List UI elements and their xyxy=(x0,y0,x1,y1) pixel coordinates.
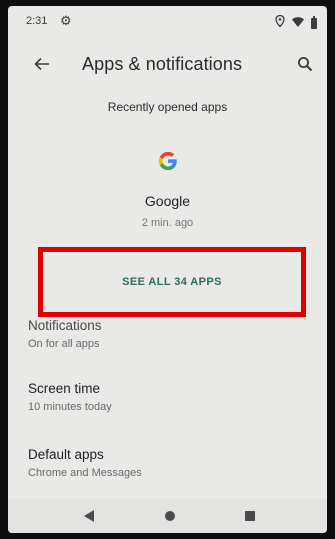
recent-app-google[interactable]: Google 2 min. ago xyxy=(8,150,327,229)
recent-app-time: 2 min. ago xyxy=(141,217,194,229)
setting-screen-time[interactable]: Screen time 10 minutes today xyxy=(28,381,308,413)
battery-icon xyxy=(311,15,317,29)
gear-icon: ⚙ xyxy=(60,13,72,28)
recent-app-name: Google xyxy=(144,193,191,209)
arrow-back-icon xyxy=(34,57,49,71)
app-bar: Apps & notifications xyxy=(8,40,327,88)
google-icon xyxy=(158,151,177,171)
status-icons xyxy=(275,14,317,32)
setting-title: Notifications xyxy=(28,318,102,333)
nav-recents-button[interactable] xyxy=(245,511,255,521)
nav-back-button[interactable] xyxy=(84,510,94,522)
location-icon xyxy=(275,14,285,32)
setting-title: Default apps xyxy=(28,447,104,462)
status-bar: 2:31 ⚙ xyxy=(8,6,327,34)
search-button[interactable] xyxy=(291,50,319,78)
back-button[interactable] xyxy=(28,50,56,78)
nav-home-button[interactable] xyxy=(165,511,175,521)
status-time: 2:31 xyxy=(26,15,48,27)
see-all-apps-button[interactable]: SEE ALL 34 APPS xyxy=(38,247,306,317)
setting-notifications[interactable]: Notifications On for all apps xyxy=(28,318,308,350)
phone-screen: 2:31 ⚙ Apps & notifications Recently ope… xyxy=(8,6,327,533)
recent-apps-header: Recently opened apps xyxy=(107,100,228,114)
setting-subtitle: 10 minutes today xyxy=(28,401,112,413)
wifi-icon xyxy=(292,14,304,32)
setting-default-apps[interactable]: Default apps Chrome and Messages xyxy=(28,447,308,479)
page-title: Apps & notifications xyxy=(82,54,243,74)
setting-subtitle: Chrome and Messages xyxy=(28,467,142,479)
setting-subtitle: On for all apps xyxy=(28,338,100,350)
navigation-bar xyxy=(8,499,327,533)
setting-title: Screen time xyxy=(28,381,101,396)
search-icon xyxy=(298,57,313,72)
